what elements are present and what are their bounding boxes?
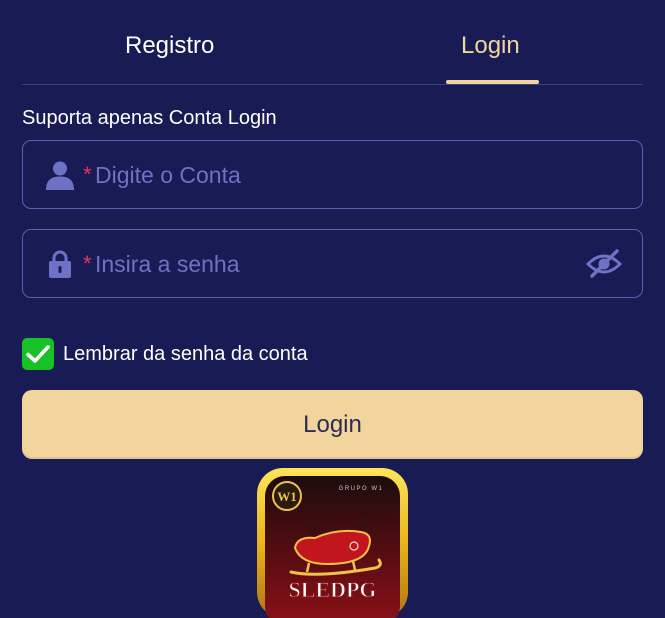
account-required-mark: * (83, 162, 92, 187)
svg-text:GRUPO W1: GRUPO W1 (339, 486, 384, 492)
svg-text:W1: W1 (277, 489, 297, 504)
password-required-mark: * (83, 251, 92, 276)
support-text: Suporta apenas Conta Login (22, 107, 277, 129)
account-field[interactable]: * (22, 140, 643, 209)
eye-off-icon[interactable] (586, 248, 622, 280)
password-input[interactable] (95, 242, 595, 286)
user-icon (46, 161, 74, 190)
lock-icon (49, 250, 71, 278)
login-button[interactable]: Login (22, 390, 643, 459)
tab-registro[interactable]: Registro (125, 32, 214, 60)
sledpg-logo: W1 GRUPO W1 SLEDPG (257, 468, 408, 618)
auth-tabs: Registro Login (22, 0, 643, 85)
account-input[interactable] (95, 153, 595, 197)
tab-login[interactable]: Login (461, 32, 520, 60)
login-page: Registro Login Suporta apenas Conta Logi… (0, 0, 665, 618)
active-tab-indicator (446, 80, 539, 84)
remember-label: Lembrar da senha da conta (63, 343, 308, 365)
remember-checkbox[interactable] (22, 338, 54, 370)
svg-text:SLEDPG: SLEDPG (288, 577, 376, 602)
password-field[interactable]: * (22, 229, 643, 298)
check-icon (26, 345, 50, 363)
